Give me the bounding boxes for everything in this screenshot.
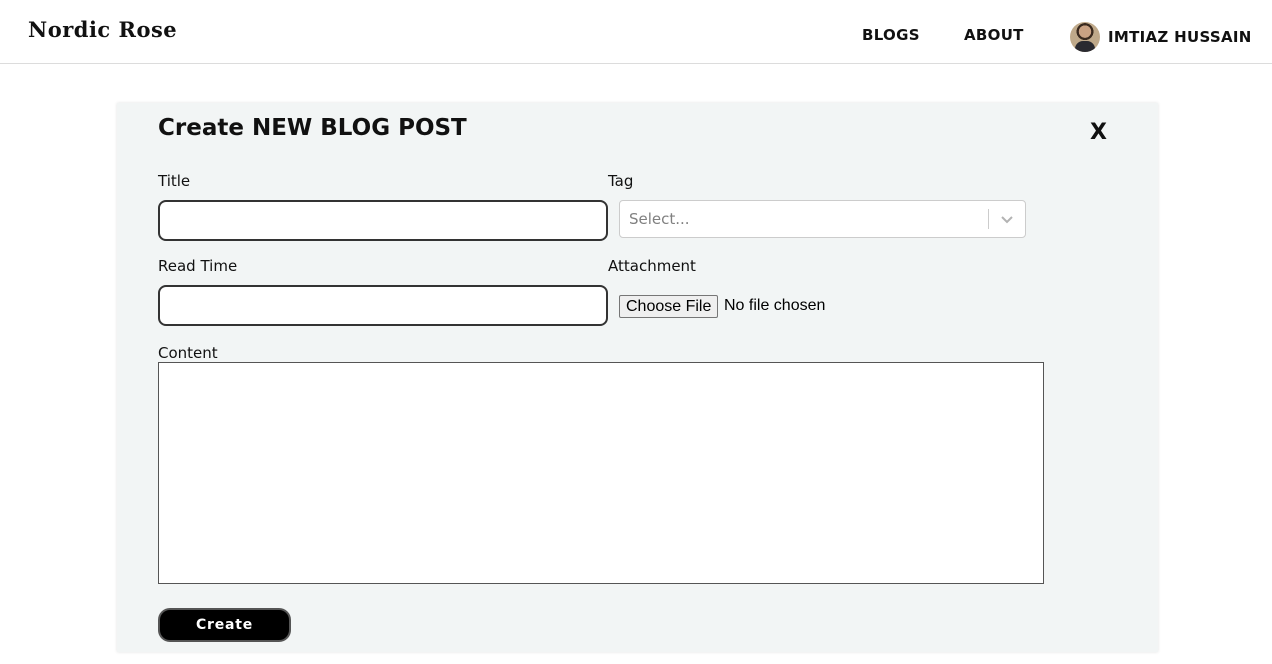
create-post-modal: Create NEW BLOG POST X Title Tag Select.… xyxy=(117,103,1158,652)
tag-select[interactable]: Select... xyxy=(619,200,1026,238)
modal-title: Create NEW BLOG POST xyxy=(158,115,467,141)
choose-file-button[interactable]: Choose File xyxy=(619,295,719,318)
select-separator xyxy=(988,209,989,229)
nav-link-about[interactable]: ABOUT xyxy=(964,26,1024,44)
user-name: IMTIAZ HUSSAIN xyxy=(1108,27,1252,46)
close-button[interactable]: X xyxy=(1090,120,1107,145)
avatar xyxy=(1070,21,1100,52)
content-label: Content xyxy=(158,344,218,362)
create-button[interactable]: Create xyxy=(158,608,291,642)
tag-label: Tag xyxy=(608,172,634,190)
brand-logo[interactable]: Nordic Rose xyxy=(28,17,177,42)
read-time-input[interactable] xyxy=(158,285,608,326)
content-textarea[interactable] xyxy=(158,362,1044,584)
attachment-label: Attachment xyxy=(608,257,696,275)
nav-link-blogs[interactable]: BLOGS xyxy=(862,26,920,44)
file-status: No file chosen xyxy=(724,297,826,314)
title-label: Title xyxy=(158,172,191,190)
title-input[interactable] xyxy=(158,200,608,241)
tag-select-placeholder: Select... xyxy=(629,210,690,228)
site-header: Nordic Rose BLOGS ABOUT IMTIAZ HUSSAIN xyxy=(0,0,1272,64)
chevron-down-icon[interactable] xyxy=(999,211,1015,227)
user-menu[interactable]: IMTIAZ HUSSAIN xyxy=(1070,21,1252,52)
read-time-label: Read Time xyxy=(158,257,238,275)
